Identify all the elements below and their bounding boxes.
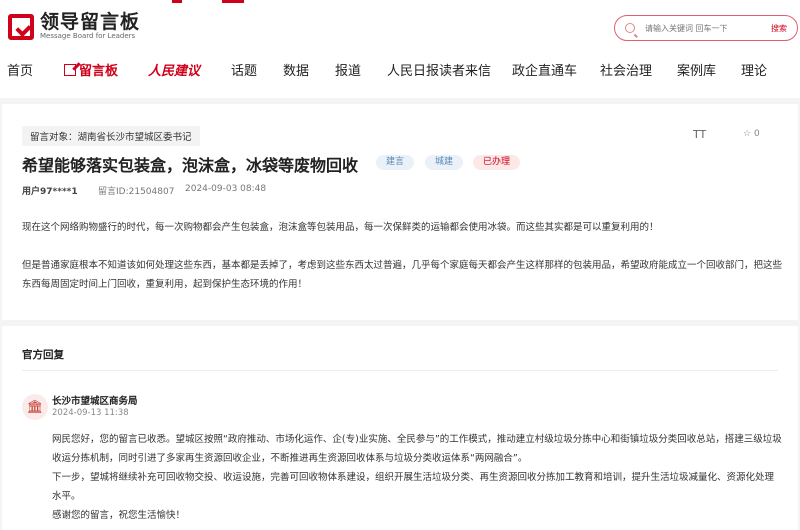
reply-heading: 官方回复 [22,349,64,361]
search-input[interactable] [645,23,745,33]
tag-suggestion: 建言 [376,155,415,170]
nav-item-people-suggestions[interactable]: 人民建议 [148,60,200,79]
message-user: 用户97****1 [22,187,78,197]
logo-icon [8,13,34,40]
message-body-paragraph: 现在这个网络购物盛行的时代，每一次购物都会产生包装盒，泡沫盒等包装用品，每一次保… [22,222,659,233]
message-id: 留言ID:21504807 [98,187,175,197]
nav-item-reader-letters[interactable]: 人民日报读者来信 [387,60,491,79]
search-icon [625,23,635,33]
logo-subtitle: Message Board for Leaders [40,32,136,40]
official-reply-panel: 官方回复 🏛 长沙市望城区商务局 2024-09-13 11:38 网民您好，您… [2,326,798,530]
main-nav: 首页 留言板 人民建议 话题 数据 报道 人民日报读者来信 政企直通车 社会治理… [0,58,800,82]
site-header: 领导留言板 Message Board for Leaders 搜索 首页 留言… [0,0,800,98]
font-size-icon[interactable]: TT [693,128,706,141]
reply-body-paragraph: 感谢您的留言，祝您生活愉快！ [52,510,186,521]
search-box: 搜索 [614,15,798,41]
nav-item-gov-enterprise[interactable]: 政企直通车 [512,60,577,79]
government-building-icon: 🏛 [22,394,48,420]
reply-org: 长沙市望城区商务局 [52,396,138,407]
nav-item-topics[interactable]: 话题 [231,60,257,79]
site-logo[interactable]: 领导留言板 Message Board for Leaders [8,12,140,41]
nav-item-social-governance[interactable]: 社会治理 [600,60,652,79]
nav-item-data[interactable]: 数据 [283,60,309,79]
message-title: 希望能够落实包装盒，泡沫盒，冰袋等废物回收 [22,156,359,175]
top-accent-mark [172,0,182,3]
search-button[interactable]: 搜索 [771,23,787,34]
pen-icon [64,64,76,76]
nav-item-reports[interactable]: 报道 [335,60,361,79]
nav-item-theory[interactable]: 理论 [741,60,767,79]
message-body-paragraph: 但是普通家庭根本不知道该如何处理这些东西，基本都是丢掉了，考虑到这些东西太过普遍… [22,260,783,290]
nav-item-case-library[interactable]: 案例库 [677,60,716,79]
message-date: 2024-09-03 08:48 [185,184,267,194]
favorite-button[interactable]: ☆ 0 [743,129,760,139]
message-panel: 留言对象：湖南省长沙市望城区委书记 TT ☆ 0 希望能够落实包装盒，泡沫盒，冰… [2,104,798,320]
favorite-count: 0 [753,129,760,139]
tag-urban-construction: 城建 [425,155,464,170]
reply-body-paragraph: 下一步，望城将继续补充可回收物交投、收运设施，完善可回收物体系建设，组织开展生活… [52,472,775,502]
status-badge: 已办理 [473,155,521,170]
reply-body-paragraph: 网民您好，您的留言已收悉。望城区按照“政府推动、市场化运作、企(专)业实施、全民… [52,434,782,464]
divider [22,370,778,371]
nav-item-home[interactable]: 首页 [7,60,33,79]
reply-time: 2024-09-13 11:38 [52,408,129,418]
top-accent-mark [222,0,244,3]
star-icon: ☆ [743,129,752,139]
nav-item-message-board[interactable]: 留言板 [64,60,118,79]
message-target: 留言对象：湖南省长沙市望城区委书记 [22,126,200,146]
logo-title: 领导留言板 [40,11,141,33]
